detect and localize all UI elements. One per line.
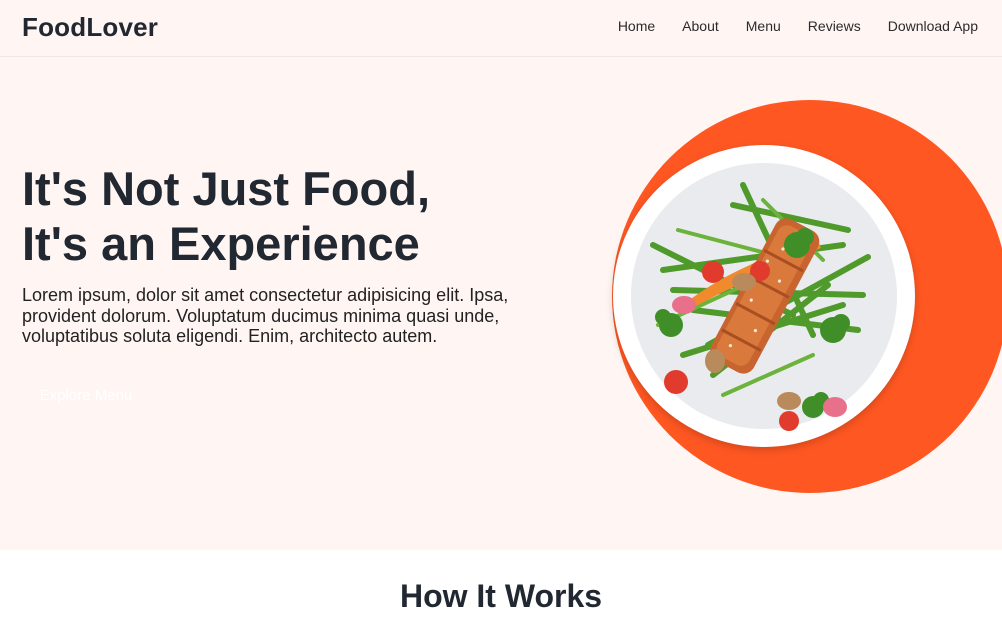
explore-menu-button[interactable]: Explore Menu (22, 379, 150, 411)
how-it-works-title: How It Works (399, 578, 603, 614)
brand-logo[interactable]: FoodLover (22, 12, 158, 43)
hero-section: It's Not Just Food, It's an Experience L… (0, 57, 1002, 550)
hero-description: Lorem ipsum, dolor sit amet consectetur … (22, 285, 509, 346)
hero-title-line-2: It's an Experience (22, 217, 420, 270)
hero-title: It's Not Just Food, It's an Experience (22, 161, 430, 271)
hero-title-line-1: It's Not Just Food, (22, 162, 431, 215)
nav-link-reviews[interactable]: Reviews (808, 18, 861, 34)
nav-link-about[interactable]: About (682, 18, 719, 34)
nav-link-home[interactable]: Home (618, 18, 655, 34)
top-nav: FoodLover Home About Menu Reviews Downlo… (0, 0, 1002, 57)
nav-links: Home About Menu Reviews Download App (618, 18, 978, 34)
nav-link-download-app[interactable]: Download App (888, 18, 978, 34)
nav-link-menu[interactable]: Menu (746, 18, 781, 34)
salmon-dish-image (650, 182, 871, 431)
